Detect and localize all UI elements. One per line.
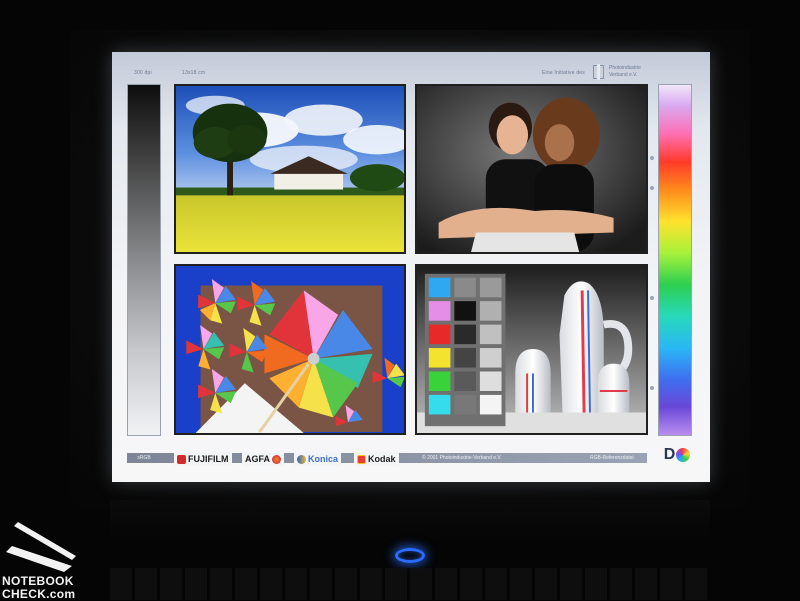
konica-mark-icon	[297, 454, 306, 464]
verband-logo: Photoindustrie Verband e.V.	[593, 64, 688, 82]
ceramics-colorchart-photo	[415, 264, 648, 435]
pinwheels-photo	[174, 264, 406, 435]
scale-tick	[650, 156, 654, 160]
verband-logo-mark-icon	[593, 64, 604, 80]
ceramic-jugs-color-patches-icon	[417, 266, 646, 433]
agfa-rhombus-icon	[272, 454, 282, 464]
fujifilm-logo: FUJIFILM	[174, 452, 232, 466]
landscape-tree-field-icon	[176, 86, 404, 252]
initiative-label: Eine Initiative des	[542, 70, 585, 76]
scale-tick	[650, 386, 654, 390]
konica-logo: Konica	[294, 452, 342, 466]
grayscale-gradient-bar	[127, 84, 161, 436]
reference-file-label: RGB-Referenzdatei	[590, 455, 634, 461]
agfa-logo: AGFA	[242, 452, 285, 466]
pinwheels-icon	[176, 266, 404, 433]
portrait-photo	[415, 84, 648, 254]
notebookcheck-watermark: NOTEBOOK CHECK.com	[0, 510, 104, 601]
color-spectrum-bar	[658, 84, 692, 436]
dq-color-wheel-icon	[676, 448, 691, 462]
fujifilm-mark-icon	[177, 454, 186, 464]
laptop-hinge	[110, 500, 710, 540]
watermark-line1: NOTEBOOK	[2, 574, 74, 588]
scale-tick	[650, 296, 654, 300]
landscape-photo	[174, 84, 406, 254]
dq-logo: DQ D	[660, 444, 694, 466]
power-led-ring[interactable]	[395, 548, 425, 563]
copyright-text: © 2001 Photoindustrie-Verband e.V.	[422, 455, 502, 461]
laptop-outline-icon	[6, 522, 76, 572]
dpi-label: 300 dpi	[134, 70, 152, 76]
two-women-portrait-icon	[417, 86, 646, 252]
kodak-logo: Kodak	[354, 452, 399, 466]
kodak-k-icon	[357, 454, 366, 464]
srgb-label: sRGB	[137, 455, 151, 461]
scale-tick	[650, 186, 654, 190]
watermark-line2: CHECK.com	[2, 587, 76, 601]
display-screen: 300 dpi 13x18 cm Eine Initiative des Pho…	[112, 52, 710, 482]
size-label: 13x18 cm	[182, 70, 206, 76]
keyboard-edge	[110, 568, 710, 600]
